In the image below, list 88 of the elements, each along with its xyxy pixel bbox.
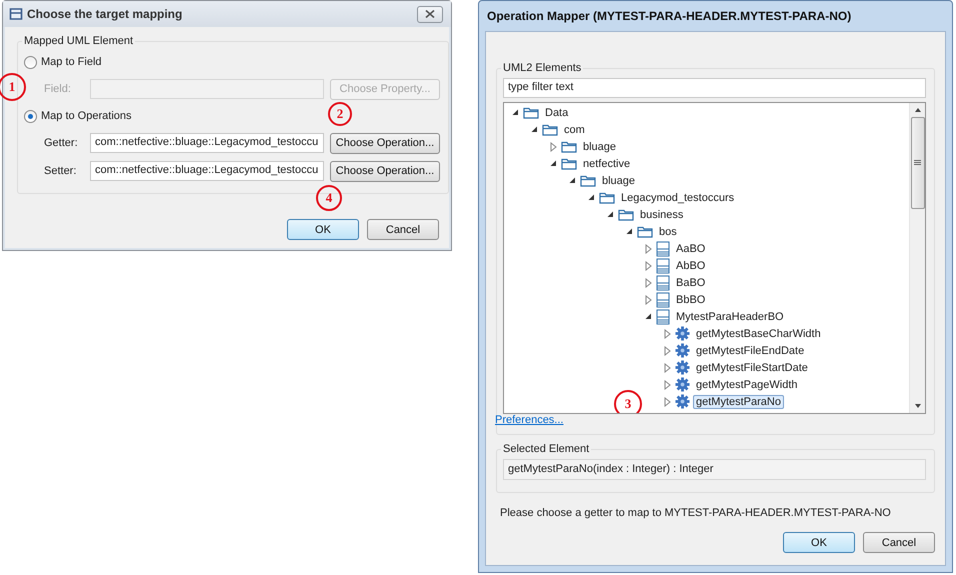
- collapsed-arrow-icon[interactable]: [644, 294, 652, 304]
- radio-label: Map to Operations: [41, 110, 132, 122]
- tree-item[interactable]: getMytestFileEndDate: [693, 344, 808, 358]
- folder-icon: [523, 106, 539, 119]
- expanded-arrow-icon[interactable]: [530, 126, 538, 133]
- group-title: Selected Element: [502, 443, 590, 455]
- field-label: Getter:: [44, 137, 79, 149]
- folder-icon: [561, 157, 577, 170]
- window-icon: [9, 7, 23, 21]
- tree-item[interactable]: com: [561, 122, 588, 136]
- field-label: Field:: [44, 83, 72, 95]
- input-field[interactable]: com::netfective::bluage::Legacymod_testoccu: [90, 161, 324, 181]
- collapsed-arrow-icon[interactable]: [644, 244, 652, 254]
- collapsed-arrow-icon[interactable]: [664, 362, 670, 372]
- group-title: UML2 Elements: [502, 62, 582, 74]
- class-icon: [656, 292, 670, 308]
- filter-field[interactable]: type filter text: [503, 78, 926, 98]
- folder-icon: [580, 174, 596, 187]
- callout-marker: 3: [614, 390, 642, 413]
- choose-button[interactable]: Choose Operation...: [330, 132, 440, 154]
- group-title: Mapped UML Element: [23, 35, 134, 47]
- expanded-arrow-icon[interactable]: [606, 211, 614, 218]
- cancel-button[interactable]: Cancel: [367, 219, 439, 240]
- tree-item[interactable]: business: [637, 208, 686, 222]
- callout-marker: 2: [328, 102, 352, 126]
- tree-item[interactable]: netfective: [580, 156, 634, 170]
- folder-icon: [561, 140, 577, 153]
- scrollbar[interactable]: [909, 103, 925, 413]
- cancel-button[interactable]: Cancel: [863, 532, 935, 553]
- collapsed-arrow-icon[interactable]: [664, 346, 670, 356]
- close-icon: [425, 10, 435, 18]
- input-field[interactable]: com::netfective::bluage::Legacymod_testoccu: [90, 133, 324, 153]
- callout-marker: 1: [0, 73, 26, 101]
- radio-button[interactable]: [24, 110, 37, 122]
- tree-item[interactable]: MytestParaHeaderBO: [673, 310, 787, 324]
- gear-icon: [675, 326, 690, 341]
- tree-item[interactable]: bluage: [599, 174, 638, 188]
- field-label: Setter:: [44, 165, 78, 177]
- gear-icon: [675, 394, 690, 409]
- class-icon: [656, 308, 670, 324]
- window-title: Choose the target mapping: [27, 7, 184, 21]
- tree-item[interactable]: Legacymod_testoccurs: [618, 190, 738, 204]
- preferences-link[interactable]: Preferences...: [495, 414, 564, 426]
- expanded-arrow-icon[interactable]: [550, 160, 556, 167]
- tree-item[interactable]: bos: [656, 224, 680, 238]
- collapsed-arrow-icon[interactable]: [644, 260, 652, 270]
- grip-icon: [914, 160, 921, 166]
- selected-element-field: getMytestParaNo(index : Integer) : Integer: [503, 459, 926, 480]
- choose-button[interactable]: Choose Operation...: [330, 160, 440, 182]
- collapsed-arrow-icon[interactable]: [664, 328, 670, 338]
- expanded-arrow-icon[interactable]: [644, 313, 652, 320]
- ok-button[interactable]: OK: [287, 219, 359, 240]
- expanded-arrow-icon[interactable]: [512, 109, 518, 116]
- expanded-arrow-icon[interactable]: [568, 177, 576, 184]
- collapsed-arrow-icon[interactable]: [664, 380, 670, 390]
- gear-icon: [675, 360, 690, 375]
- tree-item[interactable]: getMytestPageWidth: [693, 378, 800, 392]
- tree-item[interactable]: AbBO: [673, 258, 708, 272]
- tree-item[interactable]: getMytestFileStartDate: [693, 360, 811, 374]
- tree-item[interactable]: getMytestBaseCharWidth: [693, 326, 824, 340]
- message-text: Please choose a getter to map to MYTEST-PARA-HEADER.MYTEST-PARA-NO: [500, 507, 892, 519]
- callout-marker: 4: [316, 184, 342, 210]
- gear-icon: [675, 377, 690, 392]
- radio-label: Map to Field: [41, 56, 102, 68]
- collapsed-arrow-icon[interactable]: [664, 396, 670, 406]
- window-title: Operation Mapper (MYTEST-PARA-HEADER.MYTEST-PARA-NO): [487, 9, 852, 23]
- tree-item[interactable]: BaBO: [673, 276, 708, 290]
- folder-icon: [599, 191, 615, 204]
- close-button[interactable]: [417, 6, 443, 22]
- tree-item[interactable]: Data: [542, 106, 572, 120]
- radio-button[interactable]: [24, 56, 37, 68]
- class-icon: [656, 240, 670, 256]
- ok-button[interactable]: OK: [783, 532, 855, 553]
- folder-icon: [618, 208, 634, 221]
- tree-item[interactable]: bluage: [580, 140, 620, 154]
- tree-item[interactable]: getMytestParaNo: [693, 394, 784, 408]
- collapsed-arrow-icon[interactable]: [644, 278, 652, 288]
- class-icon: [656, 274, 670, 290]
- folder-icon: [542, 123, 558, 136]
- tree-item[interactable]: AaBO: [673, 242, 708, 256]
- class-icon: [656, 258, 670, 274]
- input-field[interactable]: [90, 79, 324, 99]
- expanded-arrow-icon[interactable]: [588, 194, 594, 201]
- collapsed-arrow-icon[interactable]: [550, 142, 556, 152]
- folder-icon: [637, 225, 653, 238]
- expanded-arrow-icon[interactable]: [626, 228, 632, 235]
- tree-item[interactable]: BbBO: [673, 292, 708, 306]
- gear-icon: [675, 343, 690, 358]
